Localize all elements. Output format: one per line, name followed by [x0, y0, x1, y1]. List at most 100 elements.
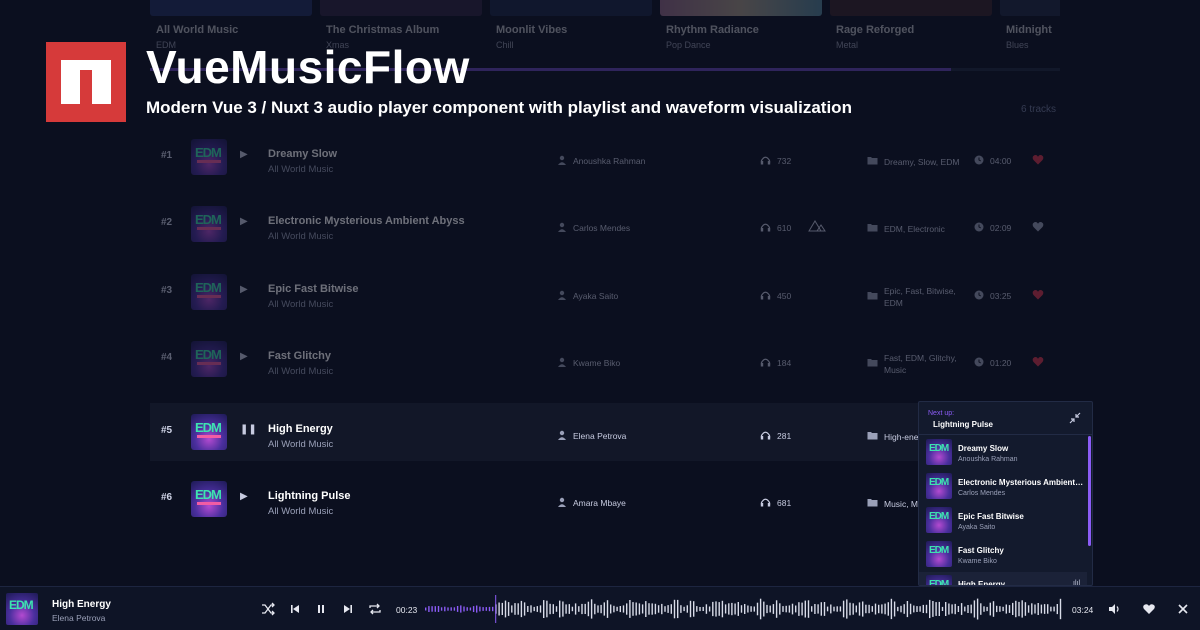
waveform-bar — [670, 604, 672, 614]
waveform-bar — [431, 606, 433, 612]
waveform-bar — [664, 606, 666, 612]
track-row[interactable]: #4 EDM ▶ Fast Glitchy All World Music Kw… — [150, 330, 1060, 388]
track-title[interactable]: Fast Glitchy — [268, 350, 331, 362]
track-duration: 02:09 — [990, 223, 1012, 233]
track-title[interactable]: Electronic Mysterious Ambient Abyss — [268, 215, 465, 227]
waveform-bar — [1050, 606, 1052, 612]
waveform-bar — [708, 606, 711, 612]
up-next-item[interactable]: EDM Electronic Mysterious Ambient Abyss … — [919, 470, 1087, 503]
track-title[interactable]: High Energy — [268, 423, 333, 435]
npm-logo — [46, 42, 126, 122]
album-card[interactable]: Midnight Blues — [1000, 0, 1060, 64]
pause-icon[interactable] — [314, 602, 328, 616]
track-title[interactable]: Epic Fast Bitwise — [268, 283, 358, 295]
waveform-bar — [858, 602, 861, 616]
up-next-scrollbar[interactable] — [1088, 436, 1091, 546]
headphones-icon — [760, 156, 771, 165]
waveform-bar — [511, 605, 513, 613]
shuffle-icon[interactable] — [261, 602, 275, 616]
album-card[interactable]: Rhythm Radiance Pop Dance — [660, 0, 822, 64]
now-playing-cover: EDM — [6, 593, 38, 625]
track-artist: Kwame Biko — [573, 358, 621, 368]
waveform-bar — [463, 606, 465, 612]
waveform-bar — [1047, 604, 1049, 614]
album-cover — [1000, 0, 1060, 16]
waveform-bar — [960, 603, 963, 615]
pause-icon[interactable]: ❚❚ — [240, 424, 257, 435]
waveform-bar — [626, 603, 628, 615]
waveform-bar — [951, 604, 953, 614]
track-album: All World Music — [268, 366, 334, 377]
close-icon[interactable] — [1176, 602, 1190, 616]
waveform-bar — [996, 605, 998, 613]
user-icon — [558, 222, 566, 232]
album-card[interactable]: Moonlit Vibes Chill — [490, 0, 652, 64]
track-row[interactable]: #3 EDM ▶ Epic Fast Bitwise All World Mus… — [150, 263, 1060, 321]
track-artist: Amara Mbaye — [573, 498, 626, 508]
user-icon — [558, 155, 566, 165]
heart-icon[interactable] — [1032, 356, 1044, 367]
up-next-item[interactable]: EDM High Energy ılıl — [919, 572, 1087, 585]
play-icon[interactable]: ▶ — [240, 351, 248, 362]
previous-icon[interactable] — [288, 602, 302, 616]
total-time: 03:24 — [1072, 605, 1094, 615]
waveform-bar — [539, 605, 542, 613]
waveform-bar — [597, 605, 599, 613]
next-icon[interactable] — [341, 602, 355, 616]
track-index: #3 — [161, 285, 173, 296]
track-title[interactable]: Lightning Pulse — [268, 490, 351, 502]
waveform-bar — [686, 605, 688, 613]
waveform-bar — [485, 607, 487, 611]
track-row[interactable]: #1 EDM ▶ Dreamy Slow All World Music Ano… — [150, 128, 1060, 186]
user-icon — [558, 290, 566, 300]
volume-icon[interactable] — [1107, 602, 1121, 616]
waveform-bar — [1008, 605, 1011, 613]
page-title: VueMusicFlow — [146, 41, 470, 93]
track-index: #1 — [161, 150, 173, 161]
waveform-bar — [616, 606, 618, 612]
play-icon[interactable]: ▶ — [240, 491, 248, 502]
waveform-bar — [488, 606, 491, 612]
waveform-bar — [983, 606, 985, 612]
up-next-item[interactable]: EDM Fast Glitchy Kwame Biko — [919, 538, 1087, 571]
play-icon[interactable]: ▶ — [240, 149, 248, 160]
album-card[interactable]: Rage Reforged Metal — [830, 0, 992, 64]
track-cover: EDM — [191, 414, 227, 450]
up-next-item[interactable]: EDM Dreamy Slow Anoushka Rahman — [919, 436, 1087, 469]
track-row[interactable]: #2 EDM ▶ Electronic Mysterious Ambient A… — [150, 195, 1060, 253]
waveform-bar — [903, 604, 905, 614]
waveform-bar — [804, 600, 806, 618]
waveform-bar — [1040, 604, 1043, 614]
waveform-bar — [900, 605, 902, 613]
clock-icon — [974, 357, 984, 367]
heart-icon[interactable] — [1142, 602, 1156, 616]
waveform-bar — [1031, 603, 1033, 615]
up-next-item[interactable]: EDM Epic Fast Bitwise Ayaka Saito — [919, 504, 1087, 537]
track-artist: Elena Petrova — [573, 431, 627, 441]
repeat-icon[interactable] — [368, 602, 382, 616]
waveform-bar — [654, 603, 657, 615]
waveform-bar — [504, 600, 507, 618]
waveform-bar — [932, 601, 934, 617]
waveform-bar — [533, 606, 535, 612]
waveform-bar — [562, 601, 564, 617]
play-icon[interactable]: ▶ — [240, 284, 248, 295]
waveform-bar — [929, 599, 931, 619]
waveform-bar — [954, 603, 956, 615]
heart-icon[interactable] — [1032, 289, 1044, 300]
waveform-bar — [874, 603, 877, 615]
play-icon[interactable]: ▶ — [240, 216, 248, 227]
up-next-artist: Ayaka Saito — [958, 524, 996, 531]
track-cover: EDM — [191, 206, 227, 242]
heart-icon[interactable] — [1032, 154, 1044, 165]
headphones-icon — [760, 291, 771, 300]
waveform-bar — [957, 606, 960, 612]
waveform-bar — [587, 601, 590, 617]
album-genre: Metal — [836, 40, 859, 50]
waveform-seekbar[interactable] — [425, 595, 1063, 623]
headphones-icon — [760, 358, 771, 367]
track-title[interactable]: Dreamy Slow — [268, 148, 337, 160]
collapse-icon[interactable] — [1069, 412, 1081, 424]
waveform-bar — [1037, 603, 1039, 615]
heart-icon[interactable] — [1032, 221, 1044, 232]
